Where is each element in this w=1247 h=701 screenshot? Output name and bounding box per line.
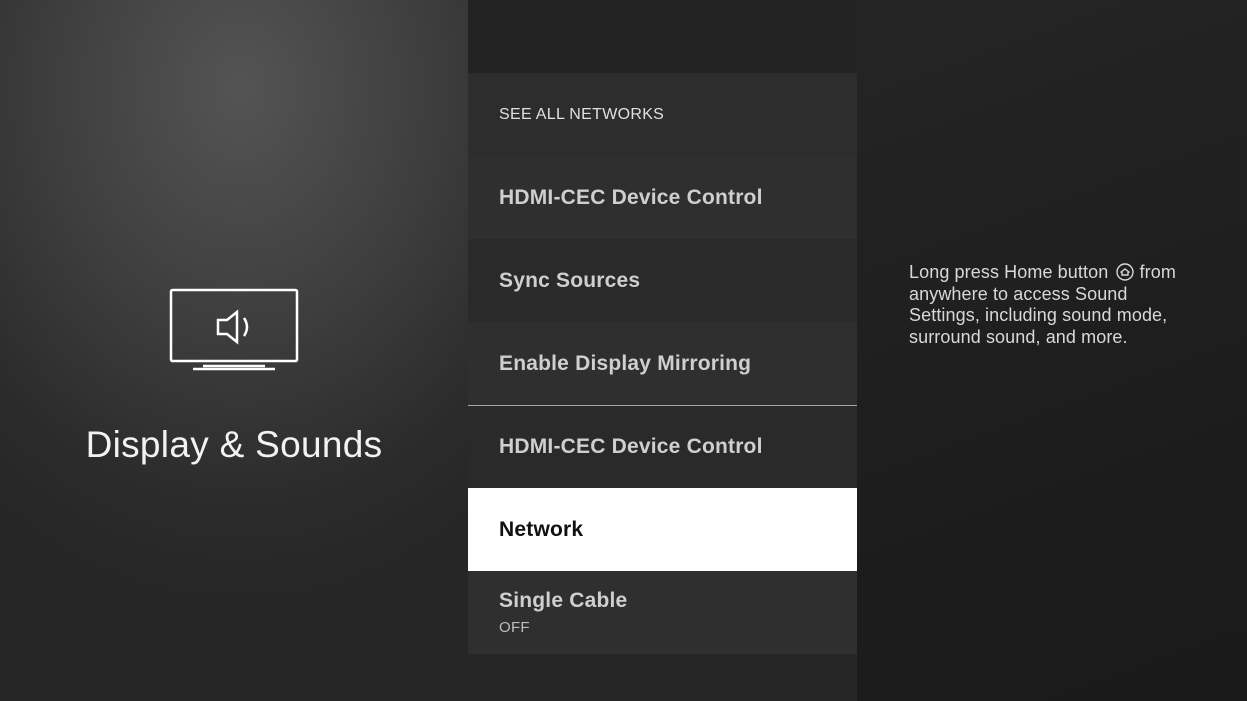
settings-menu: SEE ALL NETWORKS HDMI-CEC Device Control… (468, 0, 857, 701)
menu-item-enable-display-mirroring[interactable]: Enable Display Mirroring (468, 322, 857, 405)
help-text: Long press Home button from anywhere to … (909, 262, 1184, 348)
menu-item-label: Sync Sources (499, 268, 641, 292)
see-all-networks-label: SEE ALL NETWORKS (499, 105, 665, 123)
tv-speaker-icon (169, 288, 299, 371)
menu-item-label: Single Cable (499, 589, 628, 612)
section-panel: Display & Sounds (0, 0, 468, 701)
menu-item-single-cable[interactable]: Single Cable OFF (468, 571, 857, 654)
menu-item-hdmi-cec-device-control-2[interactable]: HDMI-CEC Device Control (468, 406, 857, 488)
settings-screen: Display & Sounds SEE ALL NETWORKS HDMI-C… (0, 0, 1247, 701)
menu-top-spacer (468, 0, 857, 73)
help-panel: Long press Home button from anywhere to … (857, 0, 1247, 701)
menu-item-status: OFF (499, 619, 530, 636)
menu-item-sync-sources[interactable]: Sync Sources (468, 239, 857, 322)
menu-item-label: HDMI-CEC Device Control (499, 435, 763, 458)
menu-item-network[interactable]: Network (468, 488, 857, 571)
menu-item-label: HDMI-CEC Device Control (499, 185, 763, 209)
home-button-icon (1116, 263, 1135, 281)
help-text-part-1: Long press Home button (909, 262, 1109, 282)
page-title: Display & Sounds (85, 424, 383, 465)
see-all-networks-button[interactable]: SEE ALL NETWORKS (468, 73, 857, 156)
menu-item-label: Enable Display Mirroring (499, 351, 752, 375)
menu-item-hdmi-cec-device-control[interactable]: HDMI-CEC Device Control (468, 156, 857, 239)
menu-item-label: Network (499, 517, 584, 541)
